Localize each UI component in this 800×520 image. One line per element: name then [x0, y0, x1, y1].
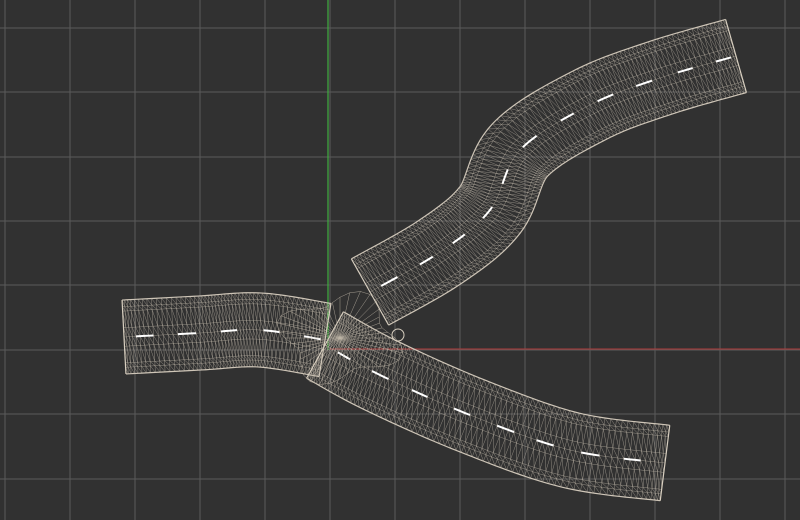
lane-marking: [635, 79, 653, 87]
lane-marking: [623, 457, 641, 462]
mesh-wire: [354, 25, 728, 266]
viewport-canvas[interactable]: [0, 0, 800, 520]
mesh-triangulation: [351, 19, 747, 326]
mesh-triangulation: [306, 311, 670, 501]
mesh-edge: [724, 19, 748, 93]
mesh-wire: [374, 64, 739, 301]
lane-marking: [677, 67, 693, 74]
road-strip-lower[interactable]: [306, 311, 671, 502]
lane-marking: [177, 332, 197, 336]
viewport-grid: [0, 0, 800, 520]
lane-marking: [536, 439, 554, 447]
mesh-wire: [324, 344, 666, 464]
lane-marking: [496, 424, 515, 434]
road-strip-upper[interactable]: [350, 18, 748, 326]
junction-inner-corner: [391, 328, 405, 342]
lane-marking: [220, 329, 238, 333]
lane-marking: [263, 329, 280, 334]
road-strip-left[interactable]: [121, 292, 332, 378]
3d-viewport[interactable]: [0, 0, 800, 520]
mesh-edge: [122, 292, 332, 305]
mesh-edge: [351, 18, 726, 260]
mesh-wire: [309, 372, 662, 495]
lane-marking: [411, 389, 428, 398]
lane-marking: [136, 334, 154, 338]
